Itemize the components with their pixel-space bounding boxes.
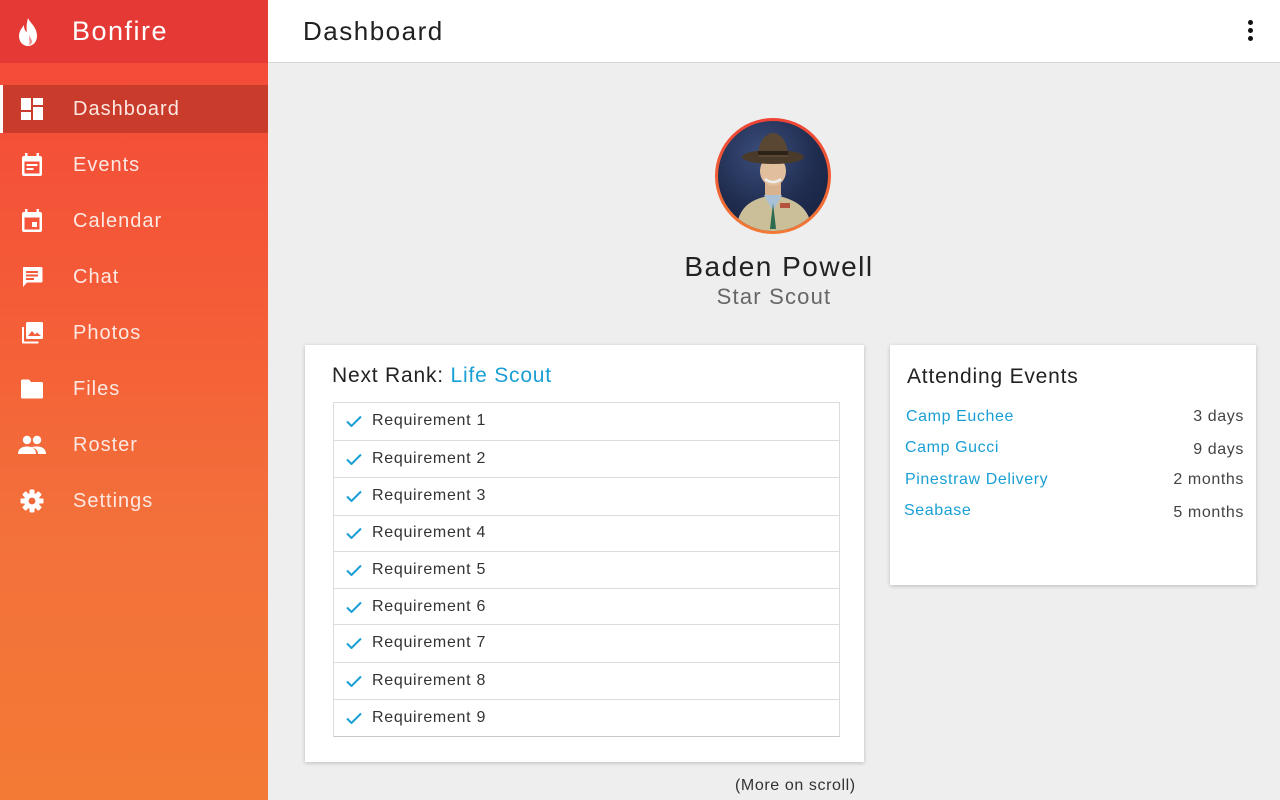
event-row: Seabase 5 months [890,502,1256,526]
requirement-label: Requirement 4 [372,524,487,541]
check-icon [334,675,372,687]
brand-header: Bonfire [0,0,268,63]
attending-events-heading: Attending Events [907,365,1079,388]
check-icon [334,637,372,650]
sidebar-item-label: Photos [73,321,142,344]
event-row: Pinestraw Delivery 2 months [890,471,1256,495]
requirement-label: Requirement 8 [372,671,487,689]
sidebar-item-label: Dashboard [73,97,180,120]
event-time: 2 months [1173,471,1244,488]
event-link[interactable]: Camp Gucci [905,439,999,457]
requirement-label: Requirement 6 [372,597,487,615]
event-time: 5 months [1173,504,1244,521]
more-vert-icon[interactable] [1236,16,1264,44]
sidebar-item-events[interactable]: Events [0,141,268,189]
sidebar-item-files[interactable]: Files [0,365,268,413]
avatar-image [718,121,828,231]
check-icon [334,564,372,576]
sidebar-item-settings[interactable]: Settings [0,477,268,525]
attending-events-card: Attending Events Camp Euchee 3 days Camp… [890,345,1256,585]
check-icon [334,415,372,428]
check-icon [334,601,372,613]
sidebar-item-dashboard[interactable]: Dashboard [0,85,268,133]
sidebar-nav: Dashboard Events Calendar Chat Photos Fi… [0,63,268,525]
requirement-row[interactable]: Requirement 4 [334,516,839,552]
requirement-label: Requirement 1 [372,412,487,430]
calendar-icon [0,209,64,233]
sidebar-item-label: Files [73,377,121,400]
app-name: Bonfire [72,16,169,46]
profile-name: Baden Powell [684,251,874,282]
sidebar-item-photos[interactable]: Photos [0,309,268,357]
sidebar-item-chat[interactable]: Chat [0,253,268,301]
requirement-row[interactable]: Requirement 2 [334,441,839,478]
profile-section: Baden Powell Star Scout [268,118,1280,310]
requirement-row[interactable]: Requirement 8 [334,663,839,700]
event-link[interactable]: Pinestraw Delivery [905,471,1048,489]
sidebar-item-label: Events [73,153,141,176]
sidebar: Bonfire Dashboard Events Calendar Chat P… [0,0,268,800]
sidebar-item-label: Settings [73,489,154,512]
profile-rank: Star Scout [716,284,832,309]
gear-icon [0,489,64,513]
people-icon [0,435,64,455]
dashboard-icon [0,98,64,120]
requirement-row[interactable]: Requirement 5 [334,552,839,589]
next-rank-card: Next Rank: Life Scout Requirement 1 Requ… [305,345,864,762]
requirement-row[interactable]: Requirement 1 [334,403,839,441]
requirement-row[interactable]: Requirement 7 [334,625,839,663]
folder-icon [0,379,64,399]
requirement-label: Requirement 2 [372,449,487,467]
sidebar-item-calendar[interactable]: Calendar [0,197,268,245]
check-icon [334,453,372,465]
event-link[interactable]: Camp Euchee [906,408,1014,426]
event-link[interactable]: Seabase [904,502,971,520]
next-rank-link[interactable]: Life Scout [451,364,552,387]
check-icon [334,527,372,539]
next-rank-label: Next Rank: [332,364,444,387]
requirement-label: Requirement 3 [372,487,487,505]
check-icon [334,712,372,724]
requirement-row[interactable]: Requirement 6 [334,589,839,625]
photo-library-icon [0,322,64,344]
event-time: 9 days [1193,441,1244,458]
page-title: Dashboard [303,15,444,46]
requirement-label: Requirement 7 [372,634,487,652]
more-on-scroll-note: (More on scroll) [735,777,856,794]
avatar[interactable] [715,118,831,234]
check-icon [334,490,372,503]
sidebar-item-roster[interactable]: Roster [0,421,268,469]
requirement-label: Requirement 5 [372,560,487,578]
requirement-row[interactable]: Requirement 3 [334,478,839,516]
event-note-icon [0,153,64,177]
next-rank-heading: Next Rank: Life Scout [332,364,552,388]
sidebar-item-label: Chat [73,265,120,288]
chat-icon [0,266,64,288]
event-row: Camp Gucci 9 days [890,439,1256,463]
sidebar-item-label: Roster [73,433,138,456]
top-app-bar: Dashboard [268,0,1280,63]
event-time: 3 days [1193,408,1244,425]
sidebar-item-label: Calendar [73,209,163,232]
requirements-list: Requirement 1 Requirement 2 Requirement … [333,402,840,737]
flame-logo-icon [0,17,72,47]
requirement-label: Requirement 9 [372,709,487,726]
event-row: Camp Euchee 3 days [890,408,1256,432]
requirement-row[interactable]: Requirement 9 [334,700,839,736]
